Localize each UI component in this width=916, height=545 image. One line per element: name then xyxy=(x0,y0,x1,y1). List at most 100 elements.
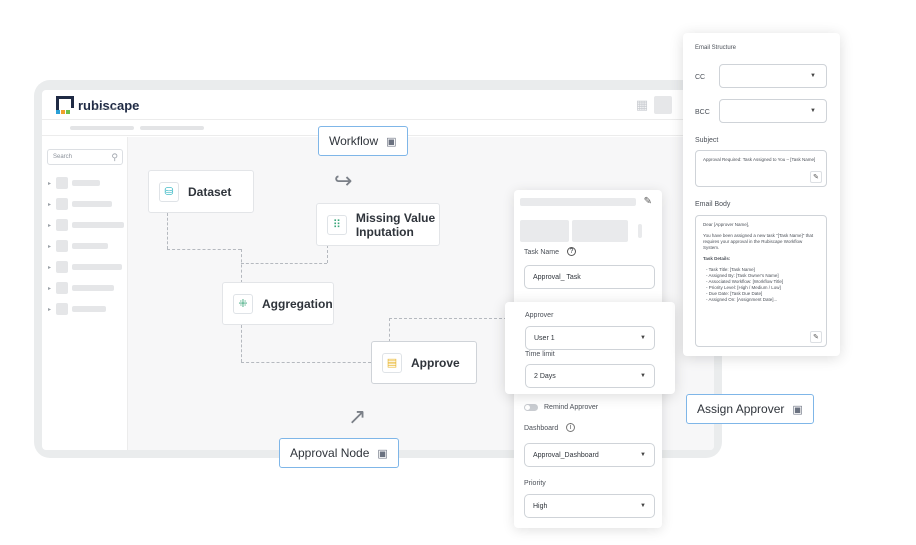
node-label: Dataset xyxy=(188,184,232,199)
node-label: Missing Value Inputation xyxy=(355,210,436,239)
curly-arrow-icon: ↪ xyxy=(334,168,353,193)
database-icon: ⛁ xyxy=(159,181,179,202)
priority-select[interactable]: High ▼ xyxy=(524,494,655,518)
sidebar-item[interactable]: ▸ xyxy=(48,177,100,189)
node-approve[interactable]: ▤ Approve xyxy=(371,341,477,384)
time-limit-select[interactable]: 2 Days ▼ xyxy=(525,364,655,388)
email-details-heading: Task Details: xyxy=(703,256,731,261)
panel-tab-placeholder[interactable] xyxy=(520,220,569,242)
cc-select[interactable]: ▼ xyxy=(719,64,827,88)
search-icon: ⚲ xyxy=(111,152,118,162)
grid-icon[interactable]: ▦ xyxy=(634,97,650,113)
pin-icon[interactable]: ✎ xyxy=(644,196,652,207)
workflow-icon: ▣ xyxy=(377,447,388,460)
email-intro: You have been assigned a new task "[Task… xyxy=(703,233,814,250)
connector xyxy=(167,249,241,250)
breadcrumb-placeholder xyxy=(140,126,204,130)
task-name-label: Task Name xyxy=(524,249,560,256)
connector xyxy=(167,213,168,249)
approver-popup: Approver User 1 ▼ Time limit 2 Days ▼ xyxy=(505,302,675,394)
sidebar-item[interactable]: ▸ xyxy=(48,282,114,294)
connector xyxy=(241,263,327,264)
subject-value: Approval Required: Task Assigned to You … xyxy=(703,157,816,162)
callout-assign-approver: Assign Approver ▣ xyxy=(686,394,814,424)
node-label: Approve xyxy=(411,355,460,370)
logo-mark-icon xyxy=(56,96,74,114)
time-limit-label: Time limit xyxy=(525,351,555,358)
panel-tab-placeholder xyxy=(638,224,642,238)
connector xyxy=(241,325,242,362)
network-icon: ⁜ xyxy=(233,293,253,314)
approver-select[interactable]: User 1 ▼ xyxy=(525,326,655,350)
connector xyxy=(327,245,328,263)
node-label: Aggregation xyxy=(262,296,333,311)
sidebar-item[interactable]: ▸ xyxy=(48,219,124,231)
list-item: - Assigned On: [Assignment Date]... xyxy=(706,297,778,302)
edit-icon[interactable]: ✎ xyxy=(810,331,822,343)
toggle-switch[interactable] xyxy=(524,404,538,411)
node-dataset[interactable]: ⛁ Dataset xyxy=(148,170,254,213)
callout-label: Workflow xyxy=(329,134,379,148)
approver-value: User 1 xyxy=(534,334,555,342)
panel-header-placeholder xyxy=(520,198,636,206)
search-input[interactable]: Search ⚲ xyxy=(47,149,123,165)
chevron-down-icon: ▼ xyxy=(640,452,646,458)
chevron-down-icon: ▼ xyxy=(810,108,816,114)
sidebar: Search ⚲ ▸ ▸ ▸ ▸ ▸ ▸ ▸ xyxy=(42,137,128,450)
chevron-down-icon: ▼ xyxy=(810,73,816,79)
info-icon[interactable]: i xyxy=(566,423,575,432)
remind-label: Remind Approver xyxy=(544,404,599,411)
time-limit-value: 2 Days xyxy=(534,372,556,380)
priority-label: Priority xyxy=(524,480,546,487)
email-greeting: Dear [Approver Name], xyxy=(703,222,750,227)
breadcrumb-placeholder xyxy=(70,126,134,130)
email-structure-label: Email Structure xyxy=(695,45,737,51)
panel-tab-placeholder[interactable] xyxy=(572,220,628,242)
sidebar-item[interactable]: ▸ xyxy=(48,261,122,273)
connector xyxy=(389,318,390,342)
node-aggregation[interactable]: ⁜ Aggregation xyxy=(222,282,334,325)
dashboard-value: Approval_Dashboard xyxy=(533,451,599,459)
callout-label: Approval Node xyxy=(290,446,370,460)
workflow-icon: ▣ xyxy=(386,135,397,148)
callout-label: Assign Approver xyxy=(697,402,785,416)
workflow-icon: ▣ xyxy=(792,403,803,416)
task-name-value: Approval_ Task xyxy=(533,273,581,281)
node-missing-value[interactable]: ⠿ Missing Value Inputation xyxy=(316,203,440,246)
connector xyxy=(241,362,371,363)
email-body-input[interactable]: Dear [Approver Name], You have been assi… xyxy=(695,215,827,347)
subject-label: Subject xyxy=(695,137,719,144)
clipboard-icon: ▤ xyxy=(382,352,402,373)
dashboard-select[interactable]: Approval_Dashboard ▼ xyxy=(524,443,655,467)
subject-input[interactable]: Approval Required: Task Assigned to You … xyxy=(695,150,827,187)
grid-dots-icon: ⠿ xyxy=(327,214,347,235)
search-placeholder: Search xyxy=(53,154,73,160)
approver-label: Approver xyxy=(525,312,554,319)
sidebar-item[interactable]: ▸ xyxy=(48,240,108,252)
sidebar-item[interactable]: ▸ xyxy=(48,198,112,210)
email-details-list: - Task Title: [Task Name] - Assigned By:… xyxy=(703,267,819,303)
dashboard-label: Dashboard xyxy=(524,425,559,432)
remind-approver-toggle[interactable]: Remind Approver xyxy=(524,404,598,411)
connector xyxy=(389,318,507,319)
task-name-input[interactable]: Approval_ Task xyxy=(524,265,655,289)
cc-label: CC xyxy=(695,74,706,81)
bcc-select[interactable]: ▼ xyxy=(719,99,827,123)
callout-workflow: Workflow ▣ xyxy=(318,126,408,156)
priority-value: High xyxy=(533,502,548,510)
email-structure-panel: Email Structure CC ▼ BCC ▼ Subject Appro… xyxy=(683,33,840,356)
curly-arrow-icon: ↗ xyxy=(348,404,367,429)
brand-tagline: model sense xyxy=(94,106,117,111)
chevron-down-icon: ▼ xyxy=(640,335,646,341)
user-avatar[interactable] xyxy=(654,96,672,114)
connector xyxy=(241,249,242,283)
sidebar-item[interactable]: ▸ xyxy=(48,303,106,315)
bcc-label: BCC xyxy=(695,109,710,116)
chevron-down-icon: ▼ xyxy=(640,503,646,509)
edit-icon[interactable]: ✎ xyxy=(810,171,822,183)
callout-approval-node: Approval Node ▣ xyxy=(279,438,399,468)
help-icon[interactable]: ? xyxy=(567,247,576,256)
top-bar: rubiscape model sense ▦ ◍ xyxy=(42,90,714,120)
chevron-down-icon: ▼ xyxy=(640,373,646,379)
logo[interactable]: rubiscape xyxy=(56,96,139,114)
